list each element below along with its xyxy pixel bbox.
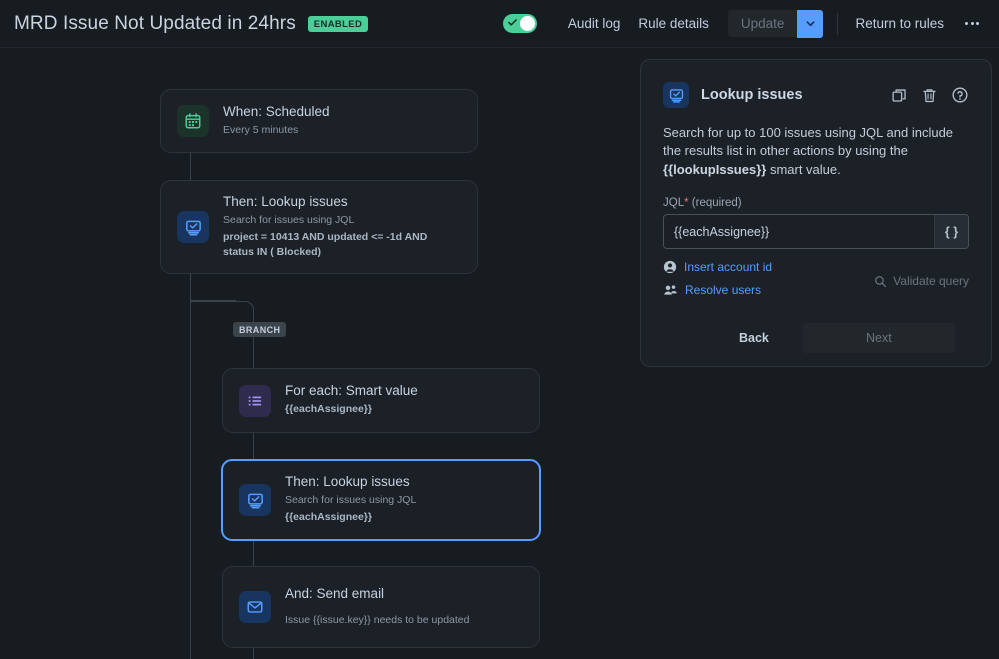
flow-node-subtitle: Every 5 minutes bbox=[223, 123, 330, 138]
next-button[interactable]: Next bbox=[803, 323, 955, 353]
resolve-users-label: Resolve users bbox=[685, 283, 761, 297]
users-icon bbox=[663, 283, 678, 297]
trash-icon[interactable] bbox=[921, 87, 938, 104]
rule-enabled-toggle[interactable] bbox=[503, 14, 537, 33]
panel-description-text-2: smart value. bbox=[766, 162, 840, 177]
audit-log-link[interactable]: Audit log bbox=[559, 10, 630, 37]
page-title: MRD Issue Not Updated in 24hrs bbox=[14, 13, 296, 35]
flow-node-title: And: Send email bbox=[285, 586, 469, 603]
panel-description-text-1: Search for up to 100 issues using JQL an… bbox=[663, 125, 953, 158]
flow-node-send-email[interactable]: And: Send email Issue {{issue.key}} need… bbox=[222, 566, 540, 648]
required-text: (required) bbox=[692, 197, 742, 209]
header-divider bbox=[837, 13, 838, 35]
flow-node-text: And: Send email Issue {{issue.key}} need… bbox=[285, 586, 469, 628]
flow-node-subtitle: Search for issues using JQL bbox=[223, 213, 461, 228]
jql-input[interactable] bbox=[664, 215, 934, 248]
validate-query-label: Validate query bbox=[893, 274, 969, 288]
rule-flow-canvas: BRANCH When: Scheduled Every 5 minutes bbox=[0, 48, 640, 659]
resolve-users-link[interactable]: Resolve users bbox=[663, 283, 772, 297]
insert-account-id-link[interactable]: Insert account id bbox=[663, 260, 772, 274]
flow-node-text: For each: Smart value {{eachAssignee}} bbox=[285, 383, 418, 417]
panel-title: Lookup issues bbox=[701, 87, 803, 103]
person-icon bbox=[663, 260, 677, 274]
flow-node-detail: project = 10413 AND updated <= -1d AND s… bbox=[223, 230, 461, 260]
jql-label-text: JQL bbox=[663, 197, 684, 209]
update-button[interactable]: Update bbox=[728, 10, 798, 37]
flow-node-title: For each: Smart value bbox=[285, 383, 418, 400]
flow-node-detail: {{eachAssignee}} bbox=[285, 510, 416, 525]
more-dot bbox=[971, 22, 974, 25]
flow-node-subtitle: {{eachAssignee}} bbox=[285, 402, 418, 417]
more-dot bbox=[965, 22, 968, 25]
insert-account-id-label: Insert account id bbox=[684, 260, 772, 274]
panel-description-smartvalue: {{lookupIssues}} bbox=[663, 162, 766, 177]
jql-helper-links: Insert account id Resolve users Validate… bbox=[663, 260, 969, 297]
lookup-issues-icon bbox=[239, 484, 271, 516]
panel-footer: Back Next bbox=[663, 323, 969, 353]
flow-node-when-scheduled[interactable]: When: Scheduled Every 5 minutes bbox=[160, 89, 478, 153]
flow-node-subtitle: Search for issues using JQL bbox=[285, 493, 416, 508]
panel-header: Lookup issues bbox=[663, 82, 969, 108]
flow-node-text: Then: Lookup issues Search for issues us… bbox=[223, 194, 461, 261]
app-header: MRD Issue Not Updated in 24hrs ENABLED A… bbox=[0, 0, 999, 48]
panel-action-icons bbox=[891, 86, 969, 104]
jql-input-wrapper: { } bbox=[663, 214, 969, 249]
flow-node-title: Then: Lookup issues bbox=[285, 474, 416, 491]
more-dot bbox=[976, 22, 979, 25]
status-badge: ENABLED bbox=[308, 16, 368, 32]
email-icon bbox=[239, 591, 271, 623]
calendar-icon bbox=[177, 105, 209, 137]
duplicate-icon[interactable] bbox=[891, 87, 908, 104]
toggle-knob bbox=[520, 16, 535, 31]
update-dropdown-button[interactable] bbox=[797, 10, 823, 38]
flow-node-title: When: Scheduled bbox=[223, 104, 330, 121]
flow-node-detail: Issue {{issue.key}} needs to be updated bbox=[285, 613, 469, 628]
panel-description: Search for up to 100 issues using JQL an… bbox=[663, 124, 969, 179]
help-icon[interactable] bbox=[951, 86, 969, 104]
flow-connector bbox=[190, 300, 236, 301]
action-config-panel: Lookup issues bbox=[640, 59, 992, 367]
flow-node-for-each[interactable]: For each: Smart value {{eachAssignee}} bbox=[222, 368, 540, 433]
check-icon bbox=[508, 18, 517, 27]
search-icon bbox=[874, 275, 887, 288]
rule-details-link[interactable]: Rule details bbox=[629, 10, 718, 37]
more-actions-button[interactable] bbox=[957, 10, 987, 38]
smart-value-button[interactable]: { } bbox=[934, 215, 968, 248]
required-marker: * bbox=[684, 197, 688, 209]
flow-node-text: When: Scheduled Every 5 minutes bbox=[223, 104, 330, 138]
flow-node-lookup-issues-1[interactable]: Then: Lookup issues Search for issues us… bbox=[160, 180, 478, 274]
jql-field-label: JQL* (required) bbox=[663, 197, 969, 209]
branch-label: BRANCH bbox=[233, 322, 286, 337]
validate-query-button[interactable]: Validate query bbox=[874, 274, 969, 288]
flow-node-text: Then: Lookup issues Search for issues us… bbox=[285, 474, 416, 525]
lookup-issues-icon bbox=[663, 82, 689, 108]
back-button[interactable]: Back bbox=[725, 324, 783, 352]
list-icon bbox=[239, 385, 271, 417]
lookup-issues-icon bbox=[177, 211, 209, 243]
flow-node-title: Then: Lookup issues bbox=[223, 194, 461, 211]
update-button-group: Update bbox=[728, 10, 824, 38]
return-to-rules-link[interactable]: Return to rules bbox=[846, 10, 953, 37]
flow-node-lookup-issues-2[interactable]: Then: Lookup issues Search for issues us… bbox=[221, 459, 541, 541]
header-actions: Audit log Rule details Update Return to … bbox=[503, 10, 987, 38]
chevron-down-icon bbox=[805, 18, 816, 29]
